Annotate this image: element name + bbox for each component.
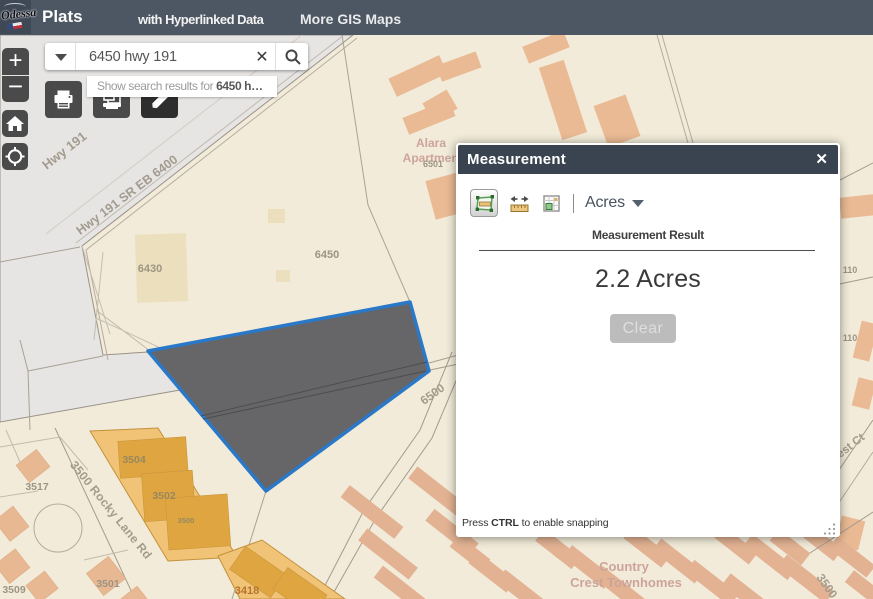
svg-text:3418: 3418 bbox=[235, 585, 259, 597]
svg-text:3509: 3509 bbox=[2, 584, 26, 596]
svg-text:3500: 3500 bbox=[178, 516, 195, 525]
svg-text:6501: 6501 bbox=[423, 159, 443, 169]
svg-text:3517: 3517 bbox=[25, 481, 49, 493]
svg-text:Crest Townhomes: Crest Townhomes bbox=[570, 575, 682, 590]
svg-text:110: 110 bbox=[843, 265, 858, 275]
svg-text:3502: 3502 bbox=[152, 490, 176, 502]
svg-text:Country: Country bbox=[599, 559, 650, 574]
svg-text:3504: 3504 bbox=[122, 454, 146, 466]
svg-text:3501: 3501 bbox=[96, 578, 120, 590]
svg-text:6430: 6430 bbox=[138, 263, 162, 275]
svg-text:Alara: Alara bbox=[416, 136, 446, 150]
svg-text:6450: 6450 bbox=[315, 249, 339, 261]
svg-text:110: 110 bbox=[843, 333, 858, 343]
